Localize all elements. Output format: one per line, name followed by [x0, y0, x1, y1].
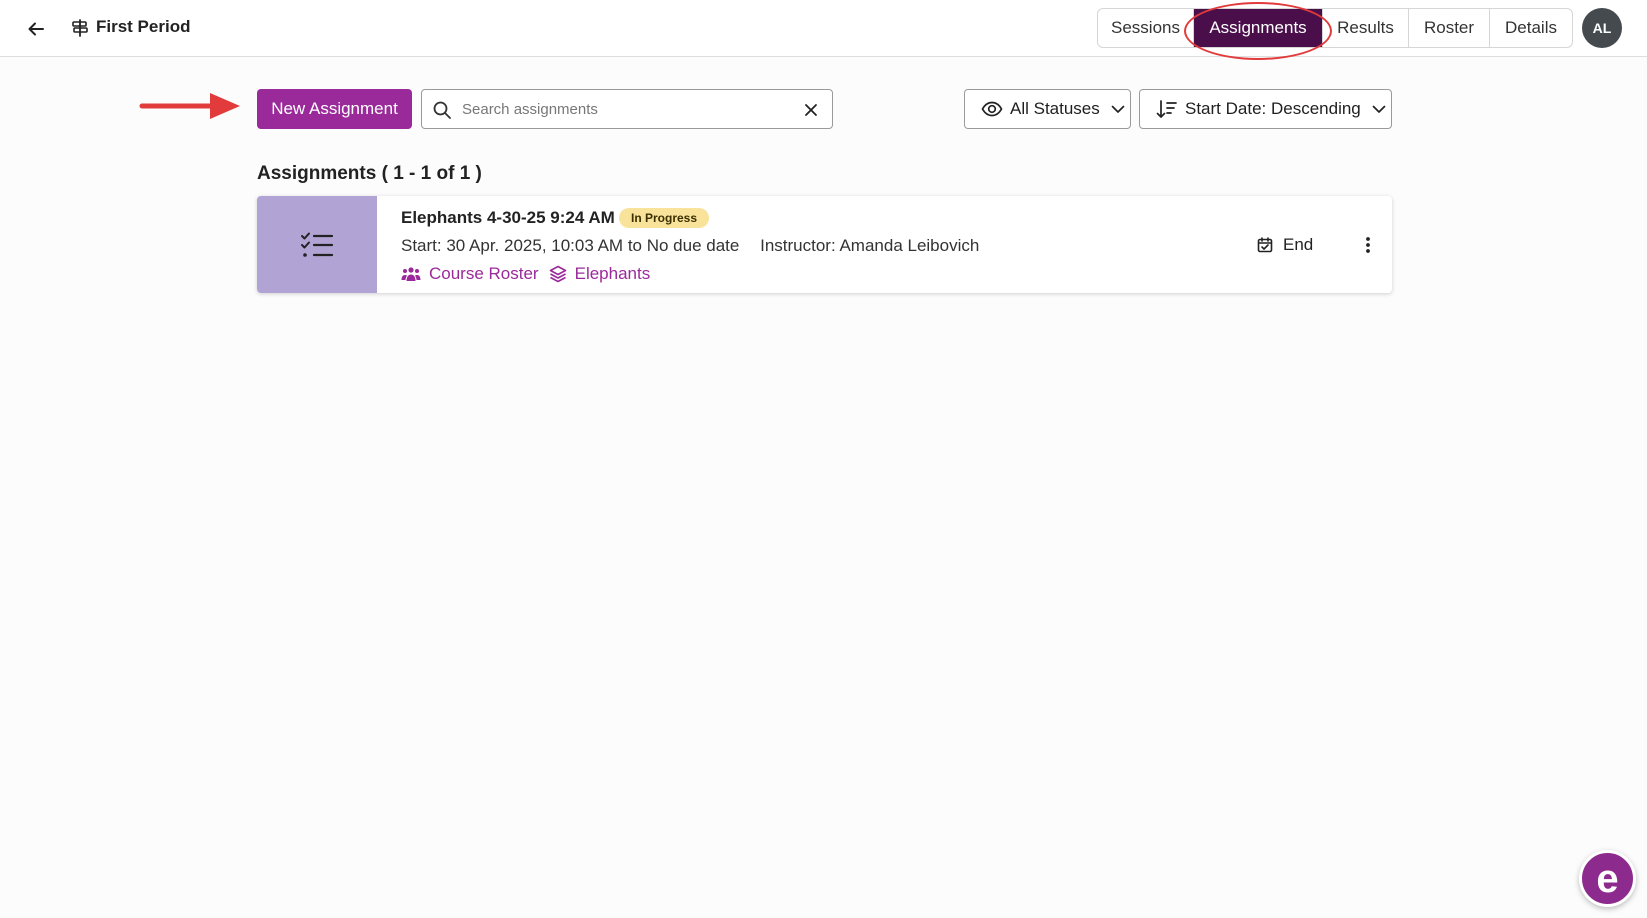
- arrow-left-icon: [28, 22, 44, 36]
- nav-tabs: Sessions Assignments Results Roster Deta…: [1097, 8, 1573, 48]
- help-chat-button[interactable]: e: [1579, 850, 1636, 907]
- eye-icon: [981, 101, 1003, 117]
- search-input[interactable]: [462, 94, 782, 124]
- assignment-schedule: Start: 30 Apr. 2025, 10:03 AM to No due …: [401, 236, 740, 255]
- tab-assignments[interactable]: Assignments: [1194, 9, 1323, 47]
- content-link-label: Elephants: [574, 264, 651, 283]
- end-button-label: End: [1283, 235, 1314, 254]
- close-icon: [805, 104, 817, 116]
- course-roster-link-label: Course Roster: [429, 264, 539, 283]
- layers-icon: [549, 265, 566, 283]
- signpost-icon: [72, 19, 88, 37]
- clear-search-button[interactable]: [800, 99, 822, 121]
- assignment-card[interactable]: Elephants 4-30-25 9:24 AM In Progress St…: [257, 196, 1392, 293]
- tab-sessions[interactable]: Sessions: [1098, 9, 1194, 47]
- status-badge: In Progress: [619, 208, 710, 228]
- assignment-meta: Start: 30 Apr. 2025, 10:03 AM to No due …: [401, 236, 979, 256]
- content-link[interactable]: Elephants: [549, 264, 651, 284]
- top-bar: First Period Sessions Assignments Result…: [0, 0, 1647, 60]
- annotation-arrow-icon: [139, 93, 240, 119]
- chevron-down-icon: [1111, 105, 1125, 113]
- assignment-thumbnail: [257, 196, 377, 293]
- tab-results[interactable]: Results: [1323, 9, 1409, 47]
- more-options-button[interactable]: [1352, 228, 1384, 262]
- end-assignment-button[interactable]: End: [1257, 228, 1337, 262]
- search-box: [421, 89, 833, 129]
- chevron-down-icon: [1372, 105, 1386, 113]
- course-title: First Period: [96, 17, 191, 36]
- tab-roster[interactable]: Roster: [1409, 9, 1490, 47]
- sort-label: Start Date: Descending: [1185, 99, 1361, 118]
- back-button[interactable]: [22, 15, 50, 43]
- status-filter-label: All Statuses: [1010, 99, 1100, 118]
- assignment-links: Course Roster Elephants: [401, 264, 650, 284]
- tab-details[interactable]: Details: [1490, 9, 1572, 47]
- course-roster-link[interactable]: Course Roster: [401, 264, 539, 284]
- user-avatar[interactable]: AL: [1582, 8, 1622, 48]
- sort-select[interactable]: Start Date: Descending: [1139, 89, 1392, 129]
- checklist-icon: [301, 232, 334, 257]
- assignment-title[interactable]: Elephants 4-30-25 9:24 AM: [401, 208, 615, 228]
- search-icon: [433, 101, 451, 119]
- new-assignment-button[interactable]: New Assignment: [257, 89, 412, 129]
- more-vertical-icon: [1366, 237, 1370, 253]
- calendar-check-icon: [1257, 237, 1273, 253]
- assignments-count-heading: Assignments ( 1 - 1 of 1 ): [257, 163, 482, 184]
- status-filter-select[interactable]: All Statuses: [964, 89, 1131, 129]
- sort-descending-icon: [1156, 100, 1177, 118]
- users-icon: [401, 267, 421, 281]
- assignment-instructor: Instructor: Amanda Leibovich: [760, 236, 980, 255]
